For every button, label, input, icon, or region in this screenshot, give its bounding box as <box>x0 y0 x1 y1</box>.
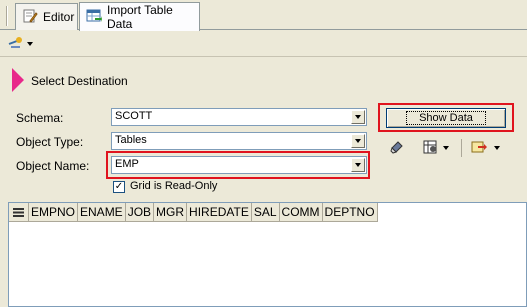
schema-select[interactable]: SCOTT <box>111 108 367 126</box>
object-type-label: Object Type: <box>16 135 84 149</box>
tab-import-table-data-label: Import Table Data <box>107 3 173 31</box>
tab-strip-grip <box>6 6 8 26</box>
toolbar-divider <box>461 139 462 157</box>
tab-editor[interactable]: Editor <box>15 3 78 30</box>
grid-readonly-label: Grid is Read-Only <box>130 180 218 192</box>
toolbar-options-button[interactable] <box>8 35 33 52</box>
wand-icon <box>8 35 24 52</box>
column-header-empno[interactable]: EMPNO <box>29 203 79 222</box>
section-arrow-icon <box>12 68 24 92</box>
tab-strip: Editor Import Table Data <box>0 0 527 31</box>
object-name-highlight <box>106 151 370 179</box>
editor-pencil-icon <box>22 8 38 27</box>
tab-editor-label: Editor <box>43 10 75 24</box>
section-title: Select Destination <box>31 74 128 88</box>
column-header-deptno[interactable]: DEPTNO <box>322 203 378 222</box>
grid-header: EMPNO ENAME JOB MGR HIREDATE SAL COMM DE… <box>9 203 378 222</box>
schema-dropdown-button[interactable] <box>351 110 365 124</box>
object-type-dropdown-button[interactable] <box>351 134 365 148</box>
grid-menu-icon[interactable] <box>9 203 29 222</box>
show-data-label: Show Data <box>406 111 486 125</box>
object-type-select[interactable]: Tables <box>111 132 367 150</box>
eraser-icon <box>389 139 405 158</box>
tab-import-table-data[interactable]: Import Table Data <box>79 2 200 31</box>
import-table-icon <box>86 8 102 27</box>
object-type-value: Tables <box>115 134 147 146</box>
column-header-job[interactable]: JOB <box>125 203 155 222</box>
chevron-down-icon <box>443 146 449 150</box>
schema-value: SCOTT <box>115 110 153 122</box>
schema-label: Schema: <box>16 111 64 125</box>
data-grid[interactable]: EMPNO ENAME JOB MGR HIREDATE SAL COMM DE… <box>8 202 527 307</box>
column-header-comm[interactable]: COMM <box>279 203 323 222</box>
table-properties-button[interactable] <box>416 139 454 157</box>
column-header-sal[interactable]: SAL <box>251 203 280 222</box>
import-arrow-icon <box>470 139 488 158</box>
chevron-down-icon <box>27 41 33 46</box>
check-icon: ✓ <box>114 181 124 192</box>
chevron-down-icon <box>494 146 500 150</box>
table-gear-icon <box>421 138 439 159</box>
toolbar <box>0 31 527 57</box>
show-data-button[interactable]: Show Data <box>386 108 506 128</box>
grid-readonly-checkbox[interactable]: ✓ <box>113 181 125 193</box>
column-header-hiredate[interactable]: HIREDATE <box>187 203 252 222</box>
clear-button[interactable] <box>388 139 406 157</box>
import-options-button[interactable] <box>467 139 503 157</box>
object-name-label: Object Name: <box>16 159 90 173</box>
column-header-ename[interactable]: ENAME <box>78 203 126 222</box>
column-header-mgr[interactable]: MGR <box>154 203 188 222</box>
